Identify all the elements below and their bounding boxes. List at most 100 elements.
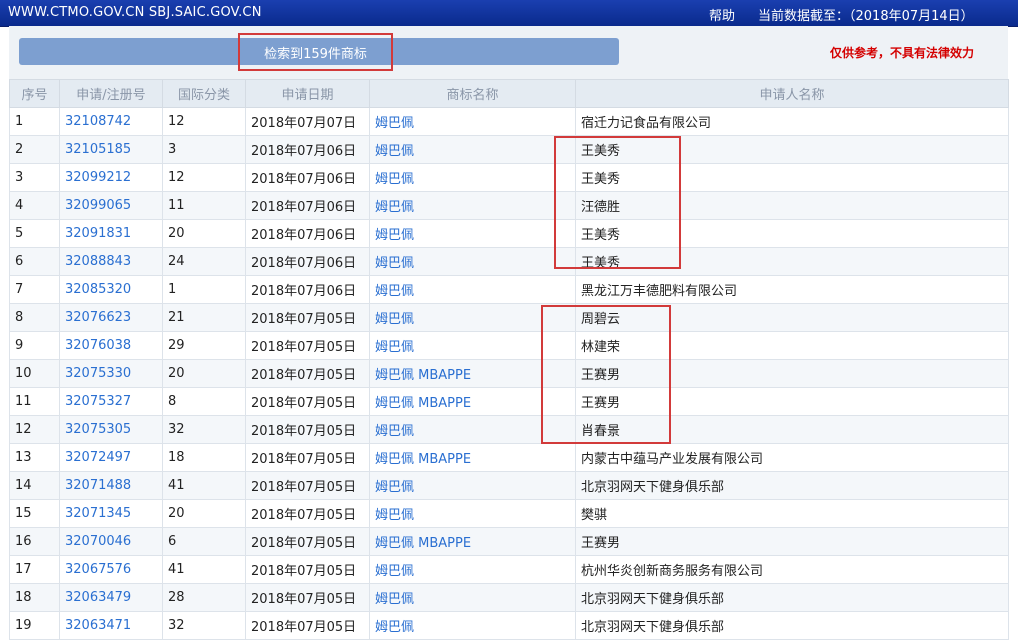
cell-index: 8 [9,303,60,332]
legal-disclaimer: 仅供参考，不具有法律效力 [830,46,975,60]
cell-reg-no-link[interactable]: 32071345 [59,499,163,528]
site-domains: WWW.CTMO.GOV.CN SBJ.SAIC.GOV.CN [8,5,262,20]
table-row: 9 32076038 29 2018年07月05日 姆巴佩 林建荣 [9,331,1009,360]
cell-mark-name-link[interactable]: 姆巴佩 MBAPPE [369,443,576,472]
cell-applicant: 王美秀 [575,247,1009,276]
cell-mark-name-link[interactable]: 姆巴佩 [369,247,576,276]
table-header-row: 序号 申请/注册号 国际分类 申请日期 商标名称 申请人名称 [9,79,1009,108]
cell-reg-no-link[interactable]: 32067576 [59,555,163,584]
cell-mark-name-link[interactable]: 姆巴佩 [369,163,576,192]
cell-class: 21 [162,303,246,332]
cell-index: 13 [9,443,60,472]
cell-applicant: 宿迁力记食品有限公司 [575,107,1009,136]
cell-date: 2018年07月07日 [245,107,370,136]
cell-date: 2018年07月05日 [245,499,370,528]
cell-mark-name-link[interactable]: 姆巴佩 [369,275,576,304]
cell-applicant: 周碧云 [575,303,1009,332]
cell-mark-name-link[interactable]: 姆巴佩 [369,107,576,136]
cell-reg-no-link[interactable]: 32105185 [59,135,163,164]
cell-applicant: 北京羽网天下健身俱乐部 [575,583,1009,612]
table-row: 1 32108742 12 2018年07月07日 姆巴佩 宿迁力记食品有限公司 [9,107,1009,136]
cell-reg-no-link[interactable]: 32099212 [59,163,163,192]
cell-date: 2018年07月06日 [245,163,370,192]
cell-mark-name-link[interactable]: 姆巴佩 [369,611,576,640]
table-row: 6 32088843 24 2018年07月06日 姆巴佩 王美秀 [9,247,1009,276]
cell-reg-no-link[interactable]: 32075330 [59,359,163,388]
cell-mark-name-link[interactable]: 姆巴佩 MBAPPE [369,527,576,556]
cell-index: 12 [9,415,60,444]
cell-class: 6 [162,527,246,556]
table-row: 15 32071345 20 2018年07月05日 姆巴佩 樊骐 [9,499,1009,528]
cell-applicant: 北京羽网天下健身俱乐部 [575,611,1009,640]
cell-applicant: 汪德胜 [575,191,1009,220]
table-row: 5 32091831 20 2018年07月06日 姆巴佩 王美秀 [9,219,1009,248]
cell-applicant: 北京羽网天下健身俱乐部 [575,471,1009,500]
cell-class: 11 [162,191,246,220]
cell-mark-name-link[interactable]: 姆巴佩 [369,303,576,332]
table-row: 16 32070046 6 2018年07月05日 姆巴佩 MBAPPE 王赛男 [9,527,1009,556]
cell-mark-name-link[interactable]: 姆巴佩 [369,331,576,360]
cell-mark-name-link[interactable]: 姆巴佩 [369,555,576,584]
cell-mark-name-link[interactable]: 姆巴佩 [369,191,576,220]
cell-reg-no-link[interactable]: 32071488 [59,471,163,500]
cell-date: 2018年07月06日 [245,219,370,248]
table-row: 17 32067576 41 2018年07月05日 姆巴佩 杭州华炎创新商务服务有限公司 [9,555,1009,584]
cell-reg-no-link[interactable]: 32072497 [59,443,163,472]
cell-mark-name-link[interactable]: 姆巴佩 MBAPPE [369,387,576,416]
cell-class: 28 [162,583,246,612]
cell-applicant: 王美秀 [575,135,1009,164]
col-header-reg-no: 申请/注册号 [59,79,163,108]
cell-reg-no-link[interactable]: 32108742 [59,107,163,136]
cell-index: 2 [9,135,60,164]
cell-applicant: 王美秀 [575,219,1009,248]
cell-reg-no-link[interactable]: 32076623 [59,303,163,332]
cell-applicant: 樊骐 [575,499,1009,528]
cell-mark-name-link[interactable]: 姆巴佩 [369,583,576,612]
cell-reg-no-link[interactable]: 32063479 [59,583,163,612]
cell-applicant: 林建荣 [575,331,1009,360]
col-header-mark-name: 商标名称 [369,79,576,108]
cell-applicant: 肖春景 [575,415,1009,444]
cell-date: 2018年07月05日 [245,443,370,472]
cell-mark-name-link[interactable]: 姆巴佩 [369,135,576,164]
cell-reg-no-link[interactable]: 32076038 [59,331,163,360]
cell-reg-no-link[interactable]: 32075327 [59,387,163,416]
cell-reg-no-link[interactable]: 32070046 [59,527,163,556]
cell-mark-name-link[interactable]: 姆巴佩 [369,415,576,444]
cell-date: 2018年07月06日 [245,275,370,304]
cell-class: 3 [162,135,246,164]
table-row: 13 32072497 18 2018年07月05日 姆巴佩 MBAPPE 内蒙古中蕴马产… [9,443,1009,472]
cell-mark-name-link[interactable]: 姆巴佩 [369,219,576,248]
cell-mark-name-link[interactable]: 姆巴佩 [369,471,576,500]
cell-reg-no-link[interactable]: 32063471 [59,611,163,640]
cell-index: 11 [9,387,60,416]
cell-mark-name-link[interactable]: 姆巴佩 [369,499,576,528]
cell-class: 18 [162,443,246,472]
cell-applicant: 王赛男 [575,387,1009,416]
cell-class: 32 [162,415,246,444]
cell-reg-no-link[interactable]: 32075305 [59,415,163,444]
cell-date: 2018年07月05日 [245,471,370,500]
table-row: 7 32085320 1 2018年07月06日 姆巴佩 黑龙江万丰德肥料有限公司 [9,275,1009,304]
cell-reg-no-link[interactable]: 32085320 [59,275,163,304]
cell-reg-no-link[interactable]: 32099065 [59,191,163,220]
trademark-results-table: 序号 申请/注册号 国际分类 申请日期 商标名称 申请人名称 1 32108742… [9,79,1009,640]
table-row: 4 32099065 11 2018年07月06日 姆巴佩 汪德胜 [9,191,1009,220]
cell-class: 20 [162,219,246,248]
cell-applicant: 黑龙江万丰德肥料有限公司 [575,275,1009,304]
cell-index: 17 [9,555,60,584]
cell-applicant: 王美秀 [575,163,1009,192]
col-header-index: 序号 [9,79,60,108]
cell-class: 12 [162,107,246,136]
table-row: 19 32063471 32 2018年07月05日 姆巴佩 北京羽网天下健身俱乐部 [9,611,1009,640]
cell-class: 20 [162,359,246,388]
help-link[interactable]: 帮助 [709,5,735,24]
cell-mark-name-link[interactable]: 姆巴佩 MBAPPE [369,359,576,388]
cell-date: 2018年07月05日 [245,331,370,360]
cell-date: 2018年07月05日 [245,555,370,584]
cell-class: 12 [162,163,246,192]
cell-reg-no-link[interactable]: 32091831 [59,219,163,248]
cell-reg-no-link[interactable]: 32088843 [59,247,163,276]
cell-date: 2018年07月06日 [245,191,370,220]
cell-index: 18 [9,583,60,612]
